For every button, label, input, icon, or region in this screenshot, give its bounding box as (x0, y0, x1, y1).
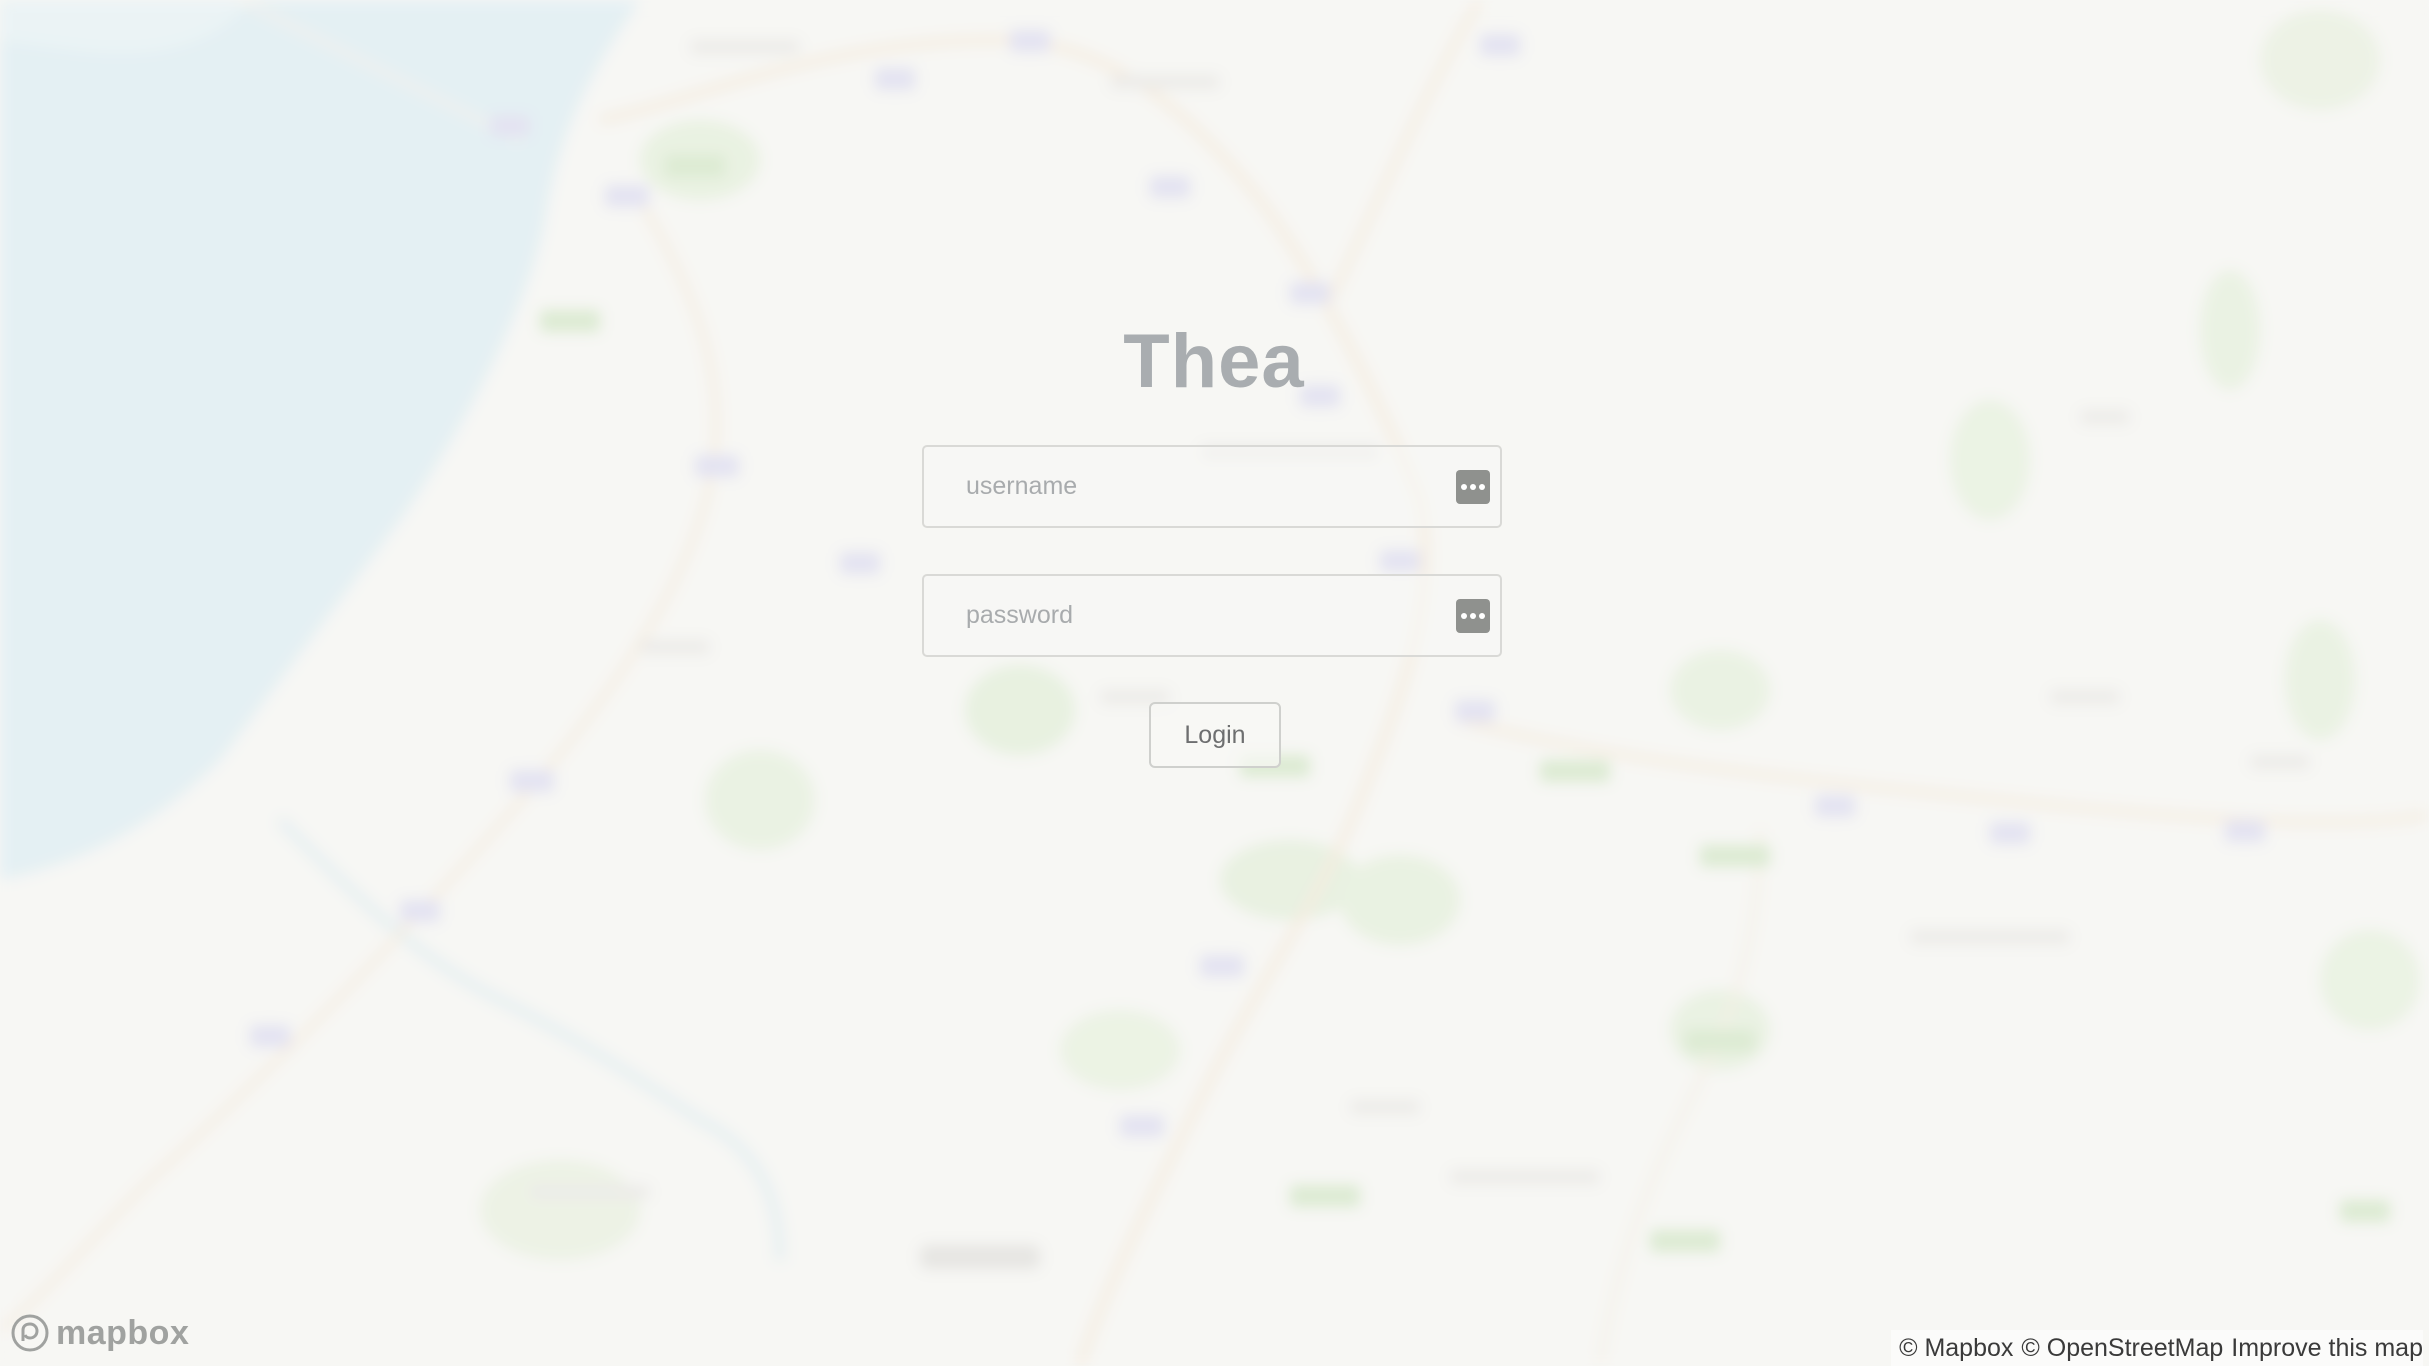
dot-icon (1461, 484, 1467, 490)
mapbox-wordmark: mapbox (56, 1313, 190, 1352)
map-attribution: © Mapbox © OpenStreetMap Improve this ma… (1891, 1330, 2423, 1366)
osm-attribution-link[interactable]: © OpenStreetMap (2021, 1334, 2223, 1363)
password-manager-icon[interactable] (1456, 599, 1490, 633)
mapbox-mark-icon (11, 1314, 49, 1352)
username-field-wrapper (922, 445, 1502, 528)
password-manager-icon[interactable] (1456, 470, 1490, 504)
username-input[interactable] (924, 447, 1414, 526)
dot-icon (1479, 484, 1485, 490)
dot-icon (1470, 484, 1476, 490)
dot-icon (1479, 613, 1485, 619)
login-panel: Thea Login (922, 300, 1506, 780)
mapbox-attribution-link[interactable]: © Mapbox (1899, 1334, 2013, 1363)
mapbox-logo[interactable]: mapbox (10, 1310, 189, 1356)
improve-map-link[interactable]: Improve this map (2231, 1334, 2423, 1363)
login-button[interactable]: Login (1149, 702, 1281, 768)
dot-icon (1470, 613, 1476, 619)
dot-icon (1461, 613, 1467, 619)
password-field-wrapper (922, 574, 1502, 657)
password-input[interactable] (924, 576, 1414, 655)
app-title: Thea (1123, 319, 1305, 404)
